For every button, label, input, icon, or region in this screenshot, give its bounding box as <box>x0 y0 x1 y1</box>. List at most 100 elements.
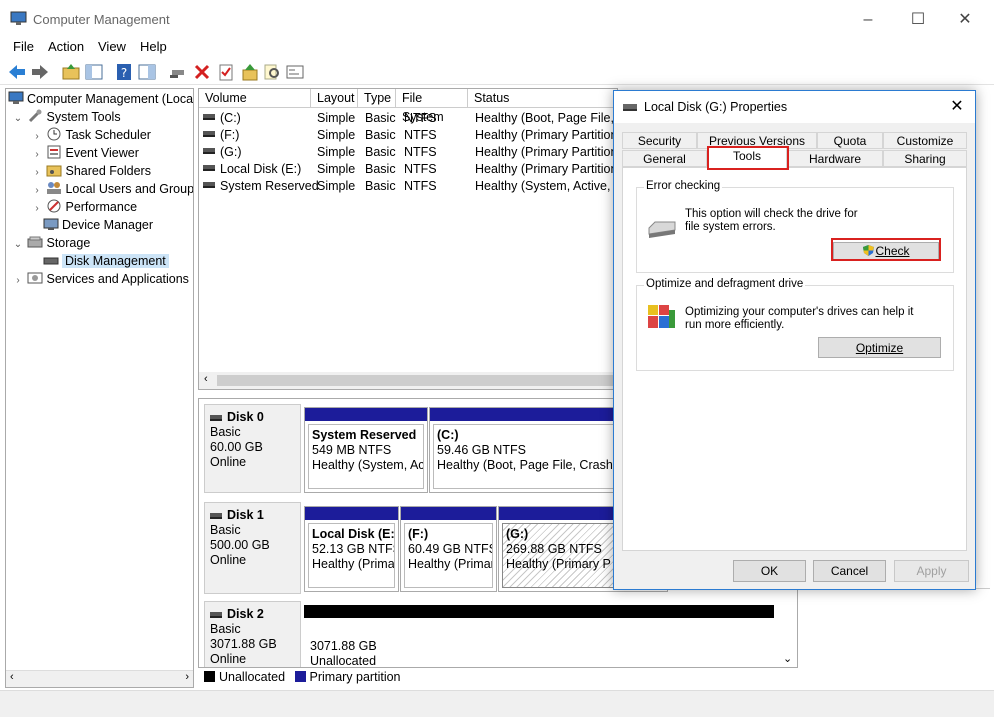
legend-swatch-unallocated <box>204 671 215 682</box>
dialog-title: Local Disk (G:) Properties <box>644 100 788 114</box>
tools-tab-panel: Error checking This option will check th… <box>622 167 967 551</box>
up-folder-icon[interactable] <box>61 62 81 82</box>
partition-system-reserved[interactable]: System Reserved 549 MB NTFS Healthy (Sys… <box>304 407 428 493</box>
chevron-right-icon[interactable]: › <box>31 200 43 218</box>
connect-icon[interactable] <box>168 62 188 82</box>
optimize-title: Optimize and defragment drive <box>644 278 806 290</box>
forward-icon[interactable] <box>30 62 50 82</box>
tab-sharing[interactable]: Sharing <box>883 150 967 167</box>
drive-icon <box>203 148 215 154</box>
show-hide-tree-icon[interactable] <box>84 62 104 82</box>
tree-item-computer-management[interactable]: Computer Management (Local <box>8 90 193 108</box>
device-manager-icon <box>43 217 59 231</box>
drive-icon <box>210 414 222 421</box>
tree-item-services-applications[interactable]: › Services and Applications <box>12 270 189 288</box>
event-icon <box>46 145 62 159</box>
close-icon[interactable]: ✕ <box>947 97 967 117</box>
properties-pane-icon[interactable] <box>137 62 157 82</box>
apply-button[interactable]: Apply <box>894 560 969 582</box>
tree-item-local-users-groups[interactable]: › Local Users and Groups <box>31 180 193 198</box>
table-row[interactable]: (C:) Simple Basic NTFS Healthy (Boot, Pa… <box>199 110 617 127</box>
services-icon <box>27 271 43 285</box>
column-header-file-system[interactable]: File System <box>396 89 468 124</box>
scroll-left-icon[interactable]: ‹ <box>10 671 14 683</box>
tree-item-performance[interactable]: › Performance <box>31 198 137 216</box>
chevron-right-icon[interactable]: › <box>12 272 24 290</box>
menu-bar: File Action View Help <box>0 38 994 58</box>
scroll-left-icon[interactable]: ‹ <box>204 373 208 385</box>
disk-1-label[interactable]: Disk 1 Basic 500.00 GB Online <box>204 502 301 594</box>
scroll-right-icon[interactable]: › <box>185 671 189 683</box>
column-header-status[interactable]: Status <box>468 89 617 108</box>
tree-horizontal-scrollbar[interactable]: ‹ › <box>6 670 193 687</box>
tab-general[interactable]: General <box>622 150 707 167</box>
tree-item-task-scheduler[interactable]: › Task Scheduler <box>31 126 151 144</box>
tree-item-system-tools[interactable]: ⌄ System Tools <box>12 108 121 126</box>
check-button-highlight <box>831 238 941 261</box>
tab-quota[interactable]: Quota <box>817 132 883 149</box>
console-icon[interactable] <box>285 62 305 82</box>
partition-e[interactable]: Local Disk (E:) 52.13 GB NTFS Healthy (P… <box>304 506 399 592</box>
table-row[interactable]: Local Disk (E:) Simple Basic NTFS Health… <box>199 161 617 178</box>
computer-management-icon <box>10 11 27 25</box>
drive-icon <box>203 182 215 188</box>
ok-button[interactable]: OK <box>733 560 806 582</box>
folder-share-icon <box>46 163 62 177</box>
toolbar: ? <box>0 59 994 85</box>
partition-unallocated[interactable]: 3071.88 GB Unallocated <box>304 605 774 667</box>
optimize-description: Optimizing your computer's drives can he… <box>685 306 914 331</box>
column-header-type[interactable]: Type <box>358 89 396 108</box>
export-icon[interactable] <box>240 62 260 82</box>
chevron-down-icon[interactable]: ⌄ <box>783 652 792 665</box>
menu-action[interactable]: Action <box>48 39 84 54</box>
tree-item-device-manager[interactable]: Device Manager <box>43 216 153 234</box>
chevron-down-icon[interactable]: ⌄ <box>12 110 24 128</box>
close-button[interactable]: ✕ <box>953 8 977 32</box>
table-row[interactable]: (F:) Simple Basic NTFS Healthy (Primary … <box>199 127 617 144</box>
help-icon[interactable]: ? <box>114 62 134 82</box>
optimize-group: Optimize and defragment drive Optimizing… <box>636 278 954 371</box>
window-title: Computer Management <box>33 12 170 27</box>
drive-icon <box>203 131 215 137</box>
maximize-button[interactable]: ☐ <box>906 8 930 32</box>
disk-0-label[interactable]: Disk 0 Basic 60.00 GB Online <box>204 404 301 493</box>
drive-icon <box>203 165 215 171</box>
users-icon <box>46 181 62 195</box>
tab-hardware[interactable]: Hardware <box>787 150 883 167</box>
tree-item-disk-management[interactable]: Disk Management <box>43 252 169 270</box>
search-icon[interactable] <box>262 62 282 82</box>
tree-item-shared-folders[interactable]: › Shared Folders <box>31 162 151 180</box>
tab-security[interactable]: Security <box>622 132 697 149</box>
table-row[interactable]: (G:) Simple Basic NTFS Healthy (Primary … <box>199 144 617 161</box>
delete-icon[interactable] <box>192 62 212 82</box>
legend-label-primary: Primary partition <box>309 670 401 684</box>
menu-file[interactable]: File <box>13 39 34 54</box>
clock-icon <box>46 127 62 141</box>
column-header-layout[interactable]: Layout <box>311 89 358 108</box>
error-checking-title: Error checking <box>644 180 723 192</box>
chevron-down-icon[interactable]: ⌄ <box>12 236 24 254</box>
minimize-button[interactable]: – <box>856 8 880 32</box>
optimize-button[interactable]: Optimize <box>818 337 941 358</box>
disk-2-label[interactable]: Disk 2 Basic 3071.88 GB Online <box>204 601 301 667</box>
scrollbar-thumb[interactable] <box>217 375 617 386</box>
table-row[interactable]: System Reserved Simple Basic NTFS Health… <box>199 178 617 195</box>
volume-list: Volume Layout Type File System Status (C… <box>198 88 618 390</box>
cancel-button[interactable]: Cancel <box>813 560 886 582</box>
column-header-volume[interactable]: Volume <box>199 89 311 108</box>
tools-icon <box>27 109 43 123</box>
menu-view[interactable]: View <box>98 39 126 54</box>
drive-icon <box>648 221 676 238</box>
check-properties-icon[interactable] <box>216 62 236 82</box>
tab-customize[interactable]: Customize <box>883 132 967 149</box>
menu-help[interactable]: Help <box>140 39 167 54</box>
back-icon[interactable] <box>7 62 27 82</box>
tree-item-storage[interactable]: ⌄ Storage <box>12 234 90 252</box>
dialog-title-bar: Local Disk (G:) Properties ✕ <box>614 91 975 123</box>
legend: Unallocated Primary partition <box>198 668 798 686</box>
legend-swatch-primary <box>294 671 306 682</box>
tree-item-event-viewer[interactable]: › Event Viewer <box>31 144 139 162</box>
partition-f[interactable]: (F:) 60.49 GB NTFS Healthy (Primar <box>400 506 497 592</box>
volume-horizontal-scrollbar[interactable]: ‹ <box>199 372 617 389</box>
drive-icon <box>203 114 215 120</box>
